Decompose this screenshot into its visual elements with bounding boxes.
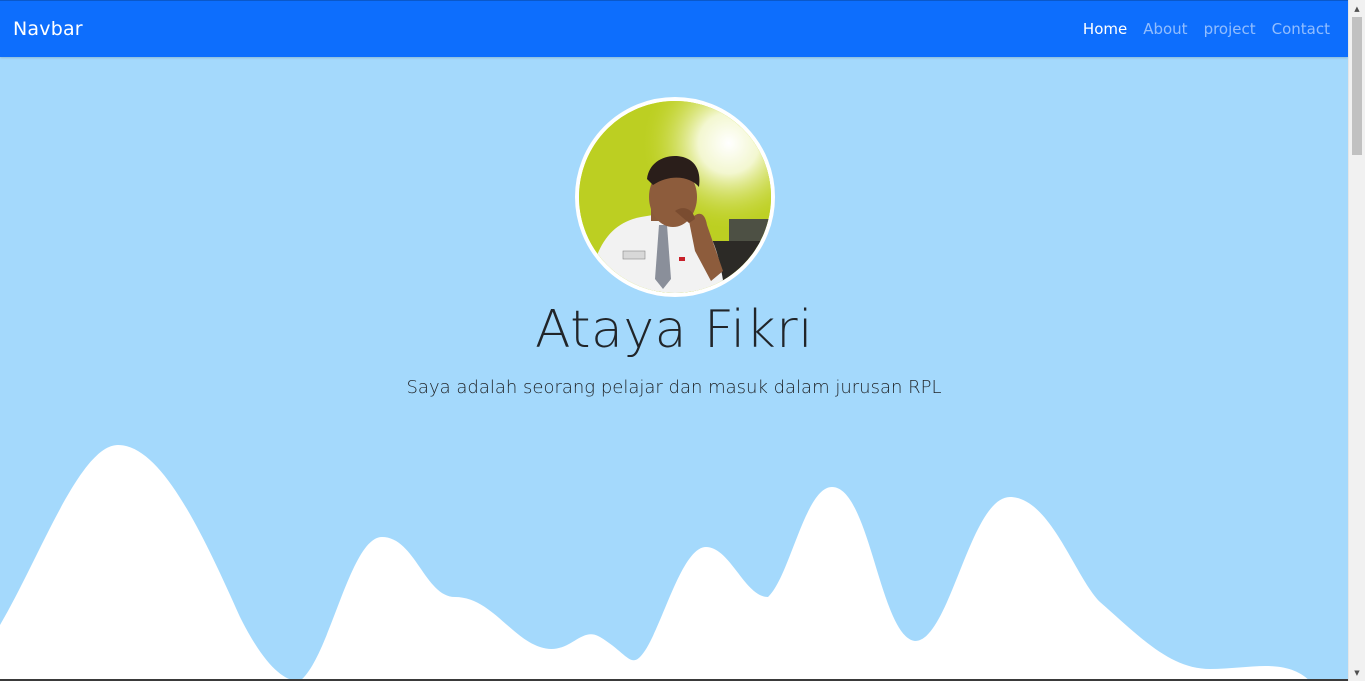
nav-link-project[interactable]: project [1204,20,1256,38]
scrollbar-thumb[interactable] [1352,17,1362,155]
triangle-up-icon[interactable]: ▲ [1349,0,1365,17]
nav-link-about[interactable]: About [1143,20,1187,38]
nav-link-contact[interactable]: Contact [1272,20,1330,38]
triangle-down-icon[interactable]: ▼ [1349,664,1365,681]
profile-tagline: Saya adalah seorang pelajar dan masuk da… [406,377,942,398]
profile-name: Ataya Fikri [534,300,814,360]
nav-link-home[interactable]: Home [1083,20,1127,38]
navbar-brand[interactable]: Navbar [13,18,83,40]
hero-section: Ataya Fikri Saya adalah seorang pelajar … [0,57,1348,681]
page: Navbar Home About project Contact Ataya … [0,0,1365,681]
profile-avatar [575,97,775,297]
navbar: Navbar Home About project Contact [0,0,1348,57]
nav-links: Home About project Contact [1083,20,1330,38]
vertical-scrollbar[interactable]: ▲ ▼ [1348,0,1365,681]
